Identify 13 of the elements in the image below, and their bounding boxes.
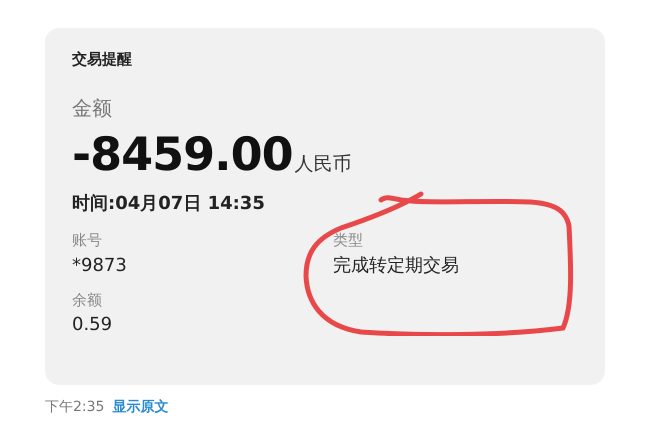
currency-label: 人民币 [294,152,352,176]
field-value: 完成转定期交易 [333,254,459,278]
amount-value: -8459.00 [72,130,293,176]
field-label: 账号 [72,230,102,251]
amount-label: 金额 [72,94,113,122]
show-original-link[interactable]: 显示原文 [112,399,168,415]
field-value: *9873 [72,254,127,278]
card-title: 交易提醒 [72,49,133,70]
field-label: 类型 [333,230,363,251]
message-time: 下午2:35 [45,399,104,415]
field-label: 余额 [72,290,102,310]
transaction-time: 时间:04月07日 14:35 [72,192,266,216]
field-value: 0.59 [72,313,112,337]
